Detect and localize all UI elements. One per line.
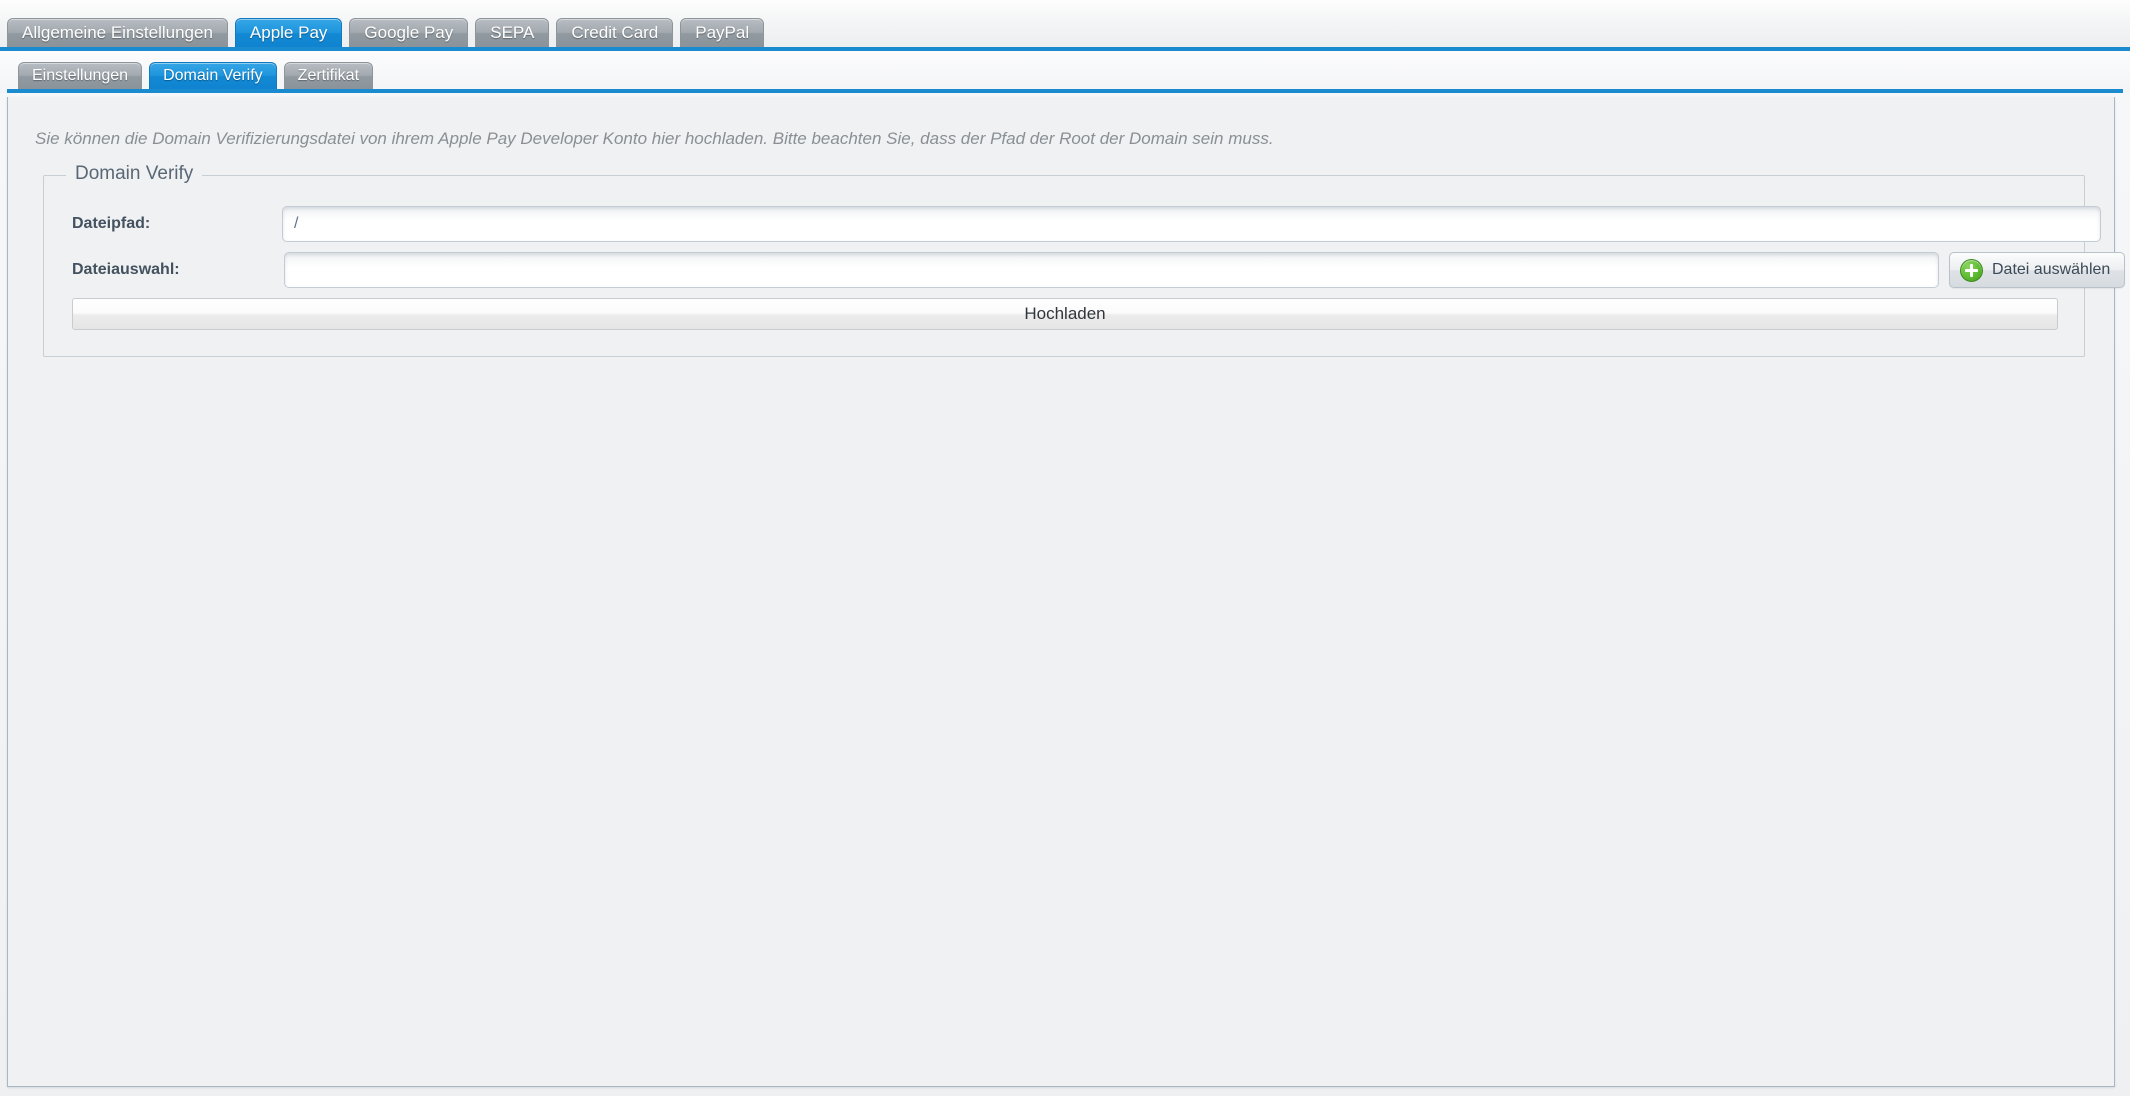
plus-circle-icon	[1960, 258, 1983, 282]
form-row-dateiauswahl: Dateiauswahl: Datei auswählen	[44, 250, 2126, 290]
tab-google-pay[interactable]: Google Pay	[349, 18, 469, 47]
tab-domain-verify[interactable]: Domain Verify	[149, 62, 277, 89]
tab-paypal[interactable]: PayPal	[680, 18, 765, 47]
primary-tab-bar: Allgemeine Einstellungen Apple Pay Googl…	[0, 0, 2130, 51]
primary-tabs: Allgemeine Einstellungen Apple Pay Googl…	[7, 18, 765, 47]
content-panel: Sie können die Domain Verifizierungsdate…	[7, 97, 2126, 1087]
dateipfad-input[interactable]	[282, 206, 2101, 242]
secondary-tabs: Einstellungen Domain Verify Zertifikat	[18, 62, 374, 89]
tab-sepa[interactable]: SEPA	[475, 18, 550, 47]
upload-button[interactable]: Hochladen	[72, 298, 2058, 330]
tab-apple-pay[interactable]: Apple Pay	[234, 18, 343, 47]
tab-zertifikat[interactable]: Zertifikat	[283, 62, 374, 89]
fieldset-legend: Domain Verify	[66, 163, 203, 185]
intro-description: Sie können die Domain Verifizierungsdate…	[35, 129, 1274, 148]
secondary-tab-bar: Einstellungen Domain Verify Zertifikat	[0, 51, 2130, 93]
secondary-tab-underline	[7, 89, 2123, 93]
choose-file-button-label: Datei auswählen	[1992, 261, 2111, 278]
choose-file-button[interactable]: Datei auswählen	[1949, 252, 2126, 288]
tab-credit-card[interactable]: Credit Card	[556, 18, 674, 47]
domain-verify-fieldset: Domain Verify Dateipfad: Dateiauswahl: D…	[43, 163, 2126, 357]
dateiauswahl-input[interactable]	[284, 252, 1939, 288]
label-dateiauswahl: Dateiauswahl:	[72, 261, 180, 278]
tab-einstellungen[interactable]: Einstellungen	[18, 62, 143, 89]
application-window: Allgemeine Einstellungen Apple Pay Googl…	[0, 0, 2130, 1096]
tab-allgemeine-einstellungen[interactable]: Allgemeine Einstellungen	[7, 18, 228, 47]
form-row-dateipfad: Dateipfad:	[44, 204, 2101, 244]
label-dateipfad: Dateipfad:	[72, 215, 151, 232]
